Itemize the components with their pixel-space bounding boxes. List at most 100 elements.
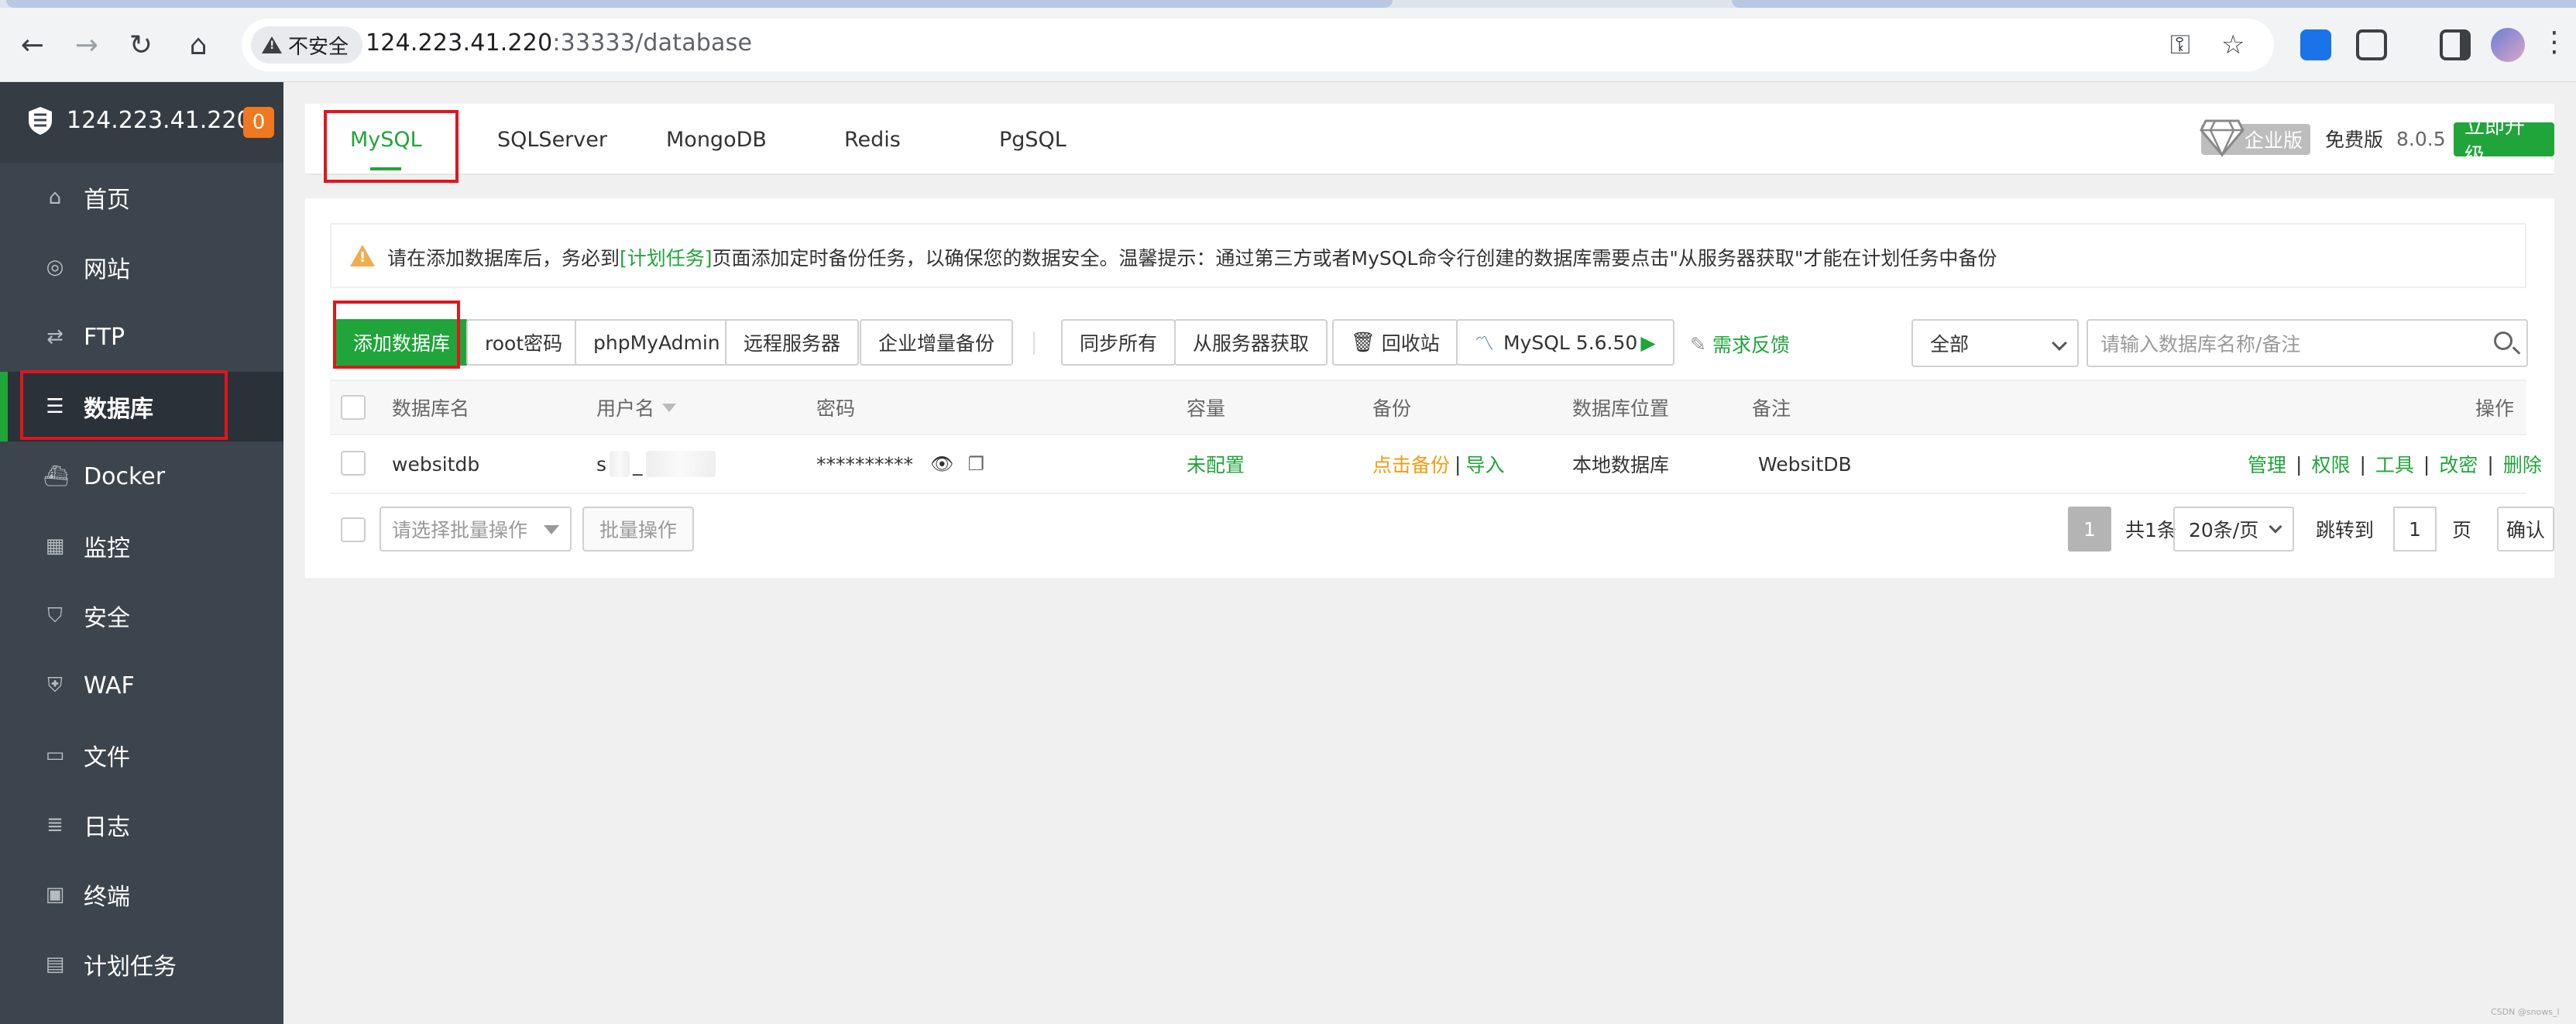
- jump-confirm-button[interactable]: 确认: [2497, 507, 2554, 552]
- cron-task-link[interactable]: [计划任务]: [620, 247, 713, 270]
- sidebar-item-home[interactable]: ⌂ 首页: [0, 163, 283, 232]
- sort-icon[interactable]: [662, 403, 677, 412]
- db-search-input[interactable]: [2100, 328, 2472, 359]
- address-bar[interactable]: 不安全 124.223.41.220:33333/database ⚿ ☆: [242, 19, 2274, 71]
- col-backup: 备份: [1372, 381, 1411, 434]
- incremental-backup-button[interactable]: 企业增量备份: [860, 319, 1014, 366]
- jump-to-label: 跳转到: [2316, 507, 2374, 552]
- sidebar-item-waf[interactable]: ⛨ WAF: [0, 651, 283, 720]
- free-edition-label: 免费版: [2325, 122, 2383, 155]
- profile-avatar[interactable]: [2491, 28, 2525, 62]
- search-icon[interactable]: [2494, 332, 2512, 350]
- delete-link[interactable]: 删除: [2503, 450, 2542, 478]
- add-database-button[interactable]: 添加数据库: [335, 319, 469, 366]
- col-username[interactable]: 用户名: [596, 381, 677, 434]
- tab-pgsql[interactable]: PgSQL: [999, 104, 1066, 175]
- fetch-from-server-button[interactable]: 从服务器获取: [1174, 319, 1328, 366]
- insecure-chip[interactable]: 不安全: [251, 26, 363, 64]
- mysql-version-button[interactable]: 〽 MySQL 5.6.50 ▶: [1456, 319, 1674, 366]
- capacity-cell[interactable]: 未配置: [1187, 435, 1245, 493]
- sidebar-item-monitor[interactable]: ▦ 监控: [0, 511, 283, 581]
- tab-mysql[interactable]: MySQL: [350, 104, 422, 175]
- key-icon[interactable]: ⚿: [2170, 29, 2190, 60]
- header-label: 备注: [1752, 397, 1791, 420]
- extension-icon[interactable]: [2300, 29, 2331, 60]
- browser-tab-strip: [0, 0, 2576, 8]
- upgrade-label: 立即升级: [2464, 115, 2526, 167]
- permissions-link[interactable]: 权限: [2311, 450, 2350, 478]
- feedback-link[interactable]: ✎ 需求反馈: [1690, 330, 1790, 358]
- url-host: 124.223.41.220: [366, 29, 553, 57]
- upgrade-button[interactable]: 立即升级: [2454, 115, 2554, 167]
- edit-icon: ✎: [1690, 332, 1706, 356]
- filter-value: 全部: [1930, 333, 1970, 356]
- reload-icon[interactable]: ↻: [119, 23, 163, 67]
- url-text[interactable]: 124.223.41.220:33333/database: [366, 29, 752, 57]
- col-capacity: 容量: [1187, 381, 1225, 434]
- notice-before: 请在添加数据库后，务必到: [387, 247, 620, 270]
- folder-icon: ▭: [45, 744, 65, 767]
- manage-link[interactable]: 管理: [2248, 450, 2286, 478]
- terminal-icon: ▣: [45, 883, 65, 906]
- page-size-select[interactable]: 20条/页: [2173, 507, 2294, 552]
- root-password-button[interactable]: root密码: [466, 319, 582, 366]
- footer-select-all-checkbox[interactable]: [341, 517, 366, 542]
- sync-all-button[interactable]: 同步所有: [1061, 319, 1176, 366]
- divider: |: [2296, 452, 2303, 476]
- sidebar-item-docker[interactable]: ⛴ Docker: [0, 442, 283, 511]
- monitor-icon: ▦: [45, 534, 65, 558]
- server-ip: 124.223.41.220: [67, 107, 252, 134]
- back-arrow-icon[interactable]: ←: [11, 23, 54, 67]
- batch-operation-button[interactable]: 批量操作: [582, 507, 695, 552]
- sidebar-item-label: 计划任务: [84, 954, 177, 981]
- username-prefix: s: [596, 452, 607, 476]
- browser-tab[interactable]: [1732, 0, 2576, 8]
- button-label: root密码: [485, 332, 563, 355]
- sidebar-item-log[interactable]: ≣ 日志: [0, 790, 283, 860]
- row-checkbox[interactable]: [341, 451, 366, 476]
- remote-server-button[interactable]: 远程服务器: [725, 319, 860, 366]
- capacity-unconfigured: 未配置: [1187, 454, 1245, 476]
- puzzle-icon[interactable]: [2356, 29, 2387, 60]
- insecure-label: 不安全: [288, 35, 349, 59]
- sidebar-item-globe[interactable]: ◎ 网站: [0, 232, 283, 302]
- menu-kebab-icon[interactable]: ⋮: [2540, 26, 2568, 58]
- sidebar-item-database[interactable]: ☰ 数据库: [0, 372, 283, 442]
- phpmyadmin-button[interactable]: phpMyAdmin: [575, 319, 739, 366]
- tab-sqlserver[interactable]: SQLServer: [497, 104, 607, 175]
- star-icon[interactable]: ☆: [2221, 29, 2245, 60]
- sidebar-item-label: 首页: [84, 187, 130, 214]
- db-filter-select[interactable]: 全部: [1911, 319, 2079, 367]
- sidebar-item-calendar[interactable]: ▤ 计划任务: [0, 930, 283, 999]
- sidebar-item-terminal[interactable]: ▣ 终端: [0, 860, 283, 930]
- batch-operation-select[interactable]: 请选择批量操作: [380, 507, 572, 552]
- bt-logo-icon: [29, 107, 52, 135]
- copy-icon[interactable]: ❐: [967, 453, 984, 475]
- jump-page-input[interactable]: 1: [2393, 507, 2437, 552]
- recycle-bin-button[interactable]: 🗑 回收站: [1332, 319, 1458, 366]
- home-icon[interactable]: ⌂: [177, 23, 220, 67]
- tools-link[interactable]: 工具: [2375, 450, 2414, 478]
- sidebar-item-shield[interactable]: ⛉ 安全: [0, 581, 283, 651]
- backup-now-link[interactable]: 点击备份: [1372, 450, 1450, 478]
- pagination-current-page[interactable]: 1: [2068, 507, 2111, 552]
- tab-mongodb[interactable]: MongoDB: [666, 104, 767, 175]
- sidebar-item-label: 文件: [84, 744, 130, 771]
- db-name-cell[interactable]: websitdb: [392, 435, 479, 493]
- page-size-value: 20条/页: [2189, 519, 2259, 541]
- side-panel-icon[interactable]: [2440, 29, 2471, 60]
- tab-redis[interactable]: Redis: [844, 104, 901, 175]
- browser-tab-active[interactable]: [6, 0, 1393, 8]
- select-all-checkbox[interactable]: [341, 395, 366, 420]
- notification-badge[interactable]: 0: [243, 107, 274, 138]
- toolbar-divider: [1033, 332, 1035, 355]
- sidebar-item-label: 数据库: [84, 396, 153, 423]
- remark-cell[interactable]: WebsitDB: [1758, 435, 1852, 493]
- sidebar-item-folder[interactable]: ▭ 文件: [0, 720, 283, 790]
- tab-label: SQLServer: [497, 127, 607, 152]
- forward-arrow-icon[interactable]: →: [65, 23, 108, 67]
- eye-icon[interactable]: 👁: [930, 453, 953, 475]
- change-password-link[interactable]: 改密: [2439, 450, 2478, 478]
- import-link[interactable]: 导入: [1465, 450, 1504, 478]
- sidebar-item-ftp[interactable]: ⇄ FTP: [0, 302, 283, 372]
